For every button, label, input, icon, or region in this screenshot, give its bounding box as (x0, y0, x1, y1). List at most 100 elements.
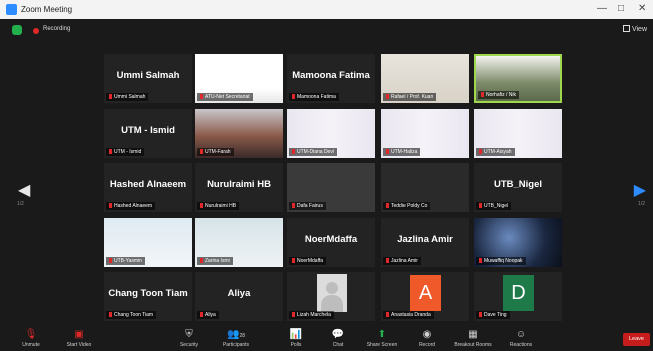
participant-name-text: ATU-Net Secretariat (205, 94, 250, 100)
participant-name-label: Norhafiz / Nik (478, 91, 520, 99)
participant-name-text: Nurulraimi HB (205, 203, 237, 209)
participant-name-text: UTB-Yasmin (114, 258, 142, 264)
participant-tile[interactable]: UTB-Yasmin (104, 218, 192, 267)
participant-name-text: Aliya (205, 312, 216, 318)
shield-icon[interactable] (12, 25, 22, 35)
participant-name-label: UTM-Diana Devi (289, 148, 337, 156)
video-off-icon: ▣ (74, 329, 84, 340)
participant-tile[interactable]: Aliya Aliya (195, 272, 283, 321)
participant-tile[interactable]: Rafael / Prof. Kuan (381, 54, 469, 103)
participant-tile[interactable]: Zarina Ismi (195, 218, 283, 267)
reactions-icon: ☺ (515, 329, 527, 340)
muted-microphone-icon (109, 203, 112, 208)
muted-microphone-icon (200, 203, 203, 208)
participant-name-text: UTB_Nigel (484, 203, 509, 209)
participant-name-label: Lizah Marchela (289, 311, 334, 319)
participant-tile[interactable]: Norhafiz / Nik (474, 54, 562, 103)
participant-tile[interactable]: Jazlina Amir Jazlina Amir (381, 218, 469, 267)
participant-name-label: Zarina Ismi (197, 257, 233, 265)
participant-tile[interactable]: Hashed Alnaeem Hashed Alnaeem (104, 163, 192, 212)
participant-tile[interactable]: Ummi Salmah Ummi Salmah (104, 54, 192, 103)
polls-button[interactable]: 📊 Polls (274, 329, 318, 348)
participant-name-text: UTM-Farah (205, 149, 231, 155)
participant-name-text: UTM-Aisyah (484, 149, 512, 155)
participant-name-text: Teddie Poldy Co (391, 203, 428, 209)
participant-name-text: Rafael / Prof. Kuan (391, 94, 434, 100)
participant-name-text: Jazlina Amir (391, 258, 418, 264)
participant-name-label: Ummi Salmah (106, 93, 149, 101)
participant-tile[interactable]: A Anastasia Dranda (381, 272, 469, 321)
participant-name-label: UTM - Ismid (106, 148, 145, 156)
minimize-button[interactable]: — (597, 3, 607, 14)
muted-microphone-icon (479, 258, 482, 263)
recording-label[interactable]: Recording (43, 26, 70, 32)
participant-tile[interactable]: Mamoona Fatima Mamoona Fatima (287, 54, 375, 103)
muted-microphone-icon (200, 312, 203, 317)
participant-tile[interactable]: Nurulraimi HB Nurulraimi HB (195, 163, 283, 212)
participant-name-label: Mamoona Fatima (289, 93, 339, 101)
muted-microphone-icon (479, 203, 482, 208)
muted-microphone-icon (292, 94, 295, 99)
polls-icon: 📊 (289, 329, 303, 340)
close-button[interactable]: ✕ (638, 3, 646, 14)
participant-name-label: Anastasia Dranda (383, 311, 434, 319)
muted-microphone-icon (200, 149, 203, 154)
share-screen-button[interactable]: ⬆ Share Screen (360, 329, 404, 348)
reactions-button[interactable]: ☺ Reactions (499, 329, 543, 348)
shield-icon: ⛨ (185, 329, 193, 340)
start-video-button[interactable]: ▣ Start Video (57, 329, 101, 348)
participant-tile[interactable]: UTM-Haliza (381, 109, 469, 158)
participant-name-label: UTB_Nigel (476, 202, 512, 210)
participant-name-label: Rafael / Prof. Kuan (383, 93, 437, 101)
participant-tile[interactable]: UTM-Farah (195, 109, 283, 158)
participant-tile[interactable]: UTM-Diana Devi (287, 109, 375, 158)
record-label: Record (418, 342, 436, 348)
participant-name-label: Jazlina Amir (383, 257, 421, 265)
participant-tile[interactable]: Teddie Poldy Co (381, 163, 469, 212)
participant-name-label: UTM-Haliza (383, 148, 421, 156)
unmute-label: Unmute (22, 342, 40, 348)
participant-tile[interactable]: NoerMdaffa NoerMdaffa (287, 218, 375, 267)
participants-button[interactable]: 👥28 Participants (214, 329, 258, 348)
view-button[interactable]: View (622, 25, 647, 33)
meeting-status-bar (0, 19, 653, 42)
muted-microphone-icon (109, 312, 112, 317)
participant-name-label: Chang Toon Tiam (106, 311, 157, 319)
participant-tile[interactable]: ATU-Net Secretariat (195, 54, 283, 103)
muted-microphone-icon (292, 203, 295, 208)
security-button[interactable]: ⛨ Security (167, 329, 211, 348)
participant-tile[interactable]: Dafa Fairus (287, 163, 375, 212)
participant-display-name: Aliya (227, 288, 251, 299)
participant-tile[interactable]: UTB_Nigel UTB_Nigel (474, 163, 562, 212)
participant-display-name: Chang Toon Tiam (108, 288, 188, 299)
participant-tile[interactable]: Muwaffiq Noopak (474, 218, 562, 267)
participant-name-label: Hashed Alnaeem (106, 202, 156, 210)
avatar-initial: D (503, 275, 534, 311)
muted-microphone-icon (386, 258, 389, 263)
muted-microphone-icon (109, 149, 112, 154)
leave-button[interactable]: Leave (623, 333, 650, 346)
next-page-arrow-icon[interactable]: ▶ (634, 180, 646, 200)
breakout-rooms-button[interactable]: ▦ Breakout Rooms (451, 329, 495, 348)
participant-tile[interactable]: D Dave Ting (474, 272, 562, 321)
participant-tile[interactable]: Chang Toon Tiam Chang Toon Tiam (104, 272, 192, 321)
record-button[interactable]: ◉ Record (405, 329, 449, 348)
participant-name-text: UTM-Haliza (391, 149, 418, 155)
participant-tile[interactable]: Lizah Marchela (287, 272, 375, 321)
previous-page-arrow-icon[interactable]: ◀ (18, 180, 30, 200)
muted-microphone-icon (109, 94, 112, 99)
chat-button[interactable]: 💬 Chat (316, 329, 360, 348)
muted-microphone-icon (386, 149, 389, 154)
muted-microphone-icon (109, 258, 112, 263)
start-video-label: Start Video (66, 342, 92, 348)
next-page-indicator: 1/2 (638, 201, 645, 207)
maximize-button[interactable]: □ (618, 3, 624, 14)
participant-name-text: Chang Toon Tiam (114, 312, 154, 318)
participant-name-text: Zarina Ismi (205, 258, 230, 264)
window-title: Zoom Meeting (21, 5, 73, 14)
muted-microphone-icon (292, 312, 295, 317)
participant-tile[interactable]: UTM-Aisyah (474, 109, 562, 158)
muted-microphone-icon (386, 94, 389, 99)
unmute-button[interactable]: 🎙 Unmute (9, 329, 53, 348)
participant-tile[interactable]: UTM - Ismid UTM - Ismid (104, 109, 192, 158)
